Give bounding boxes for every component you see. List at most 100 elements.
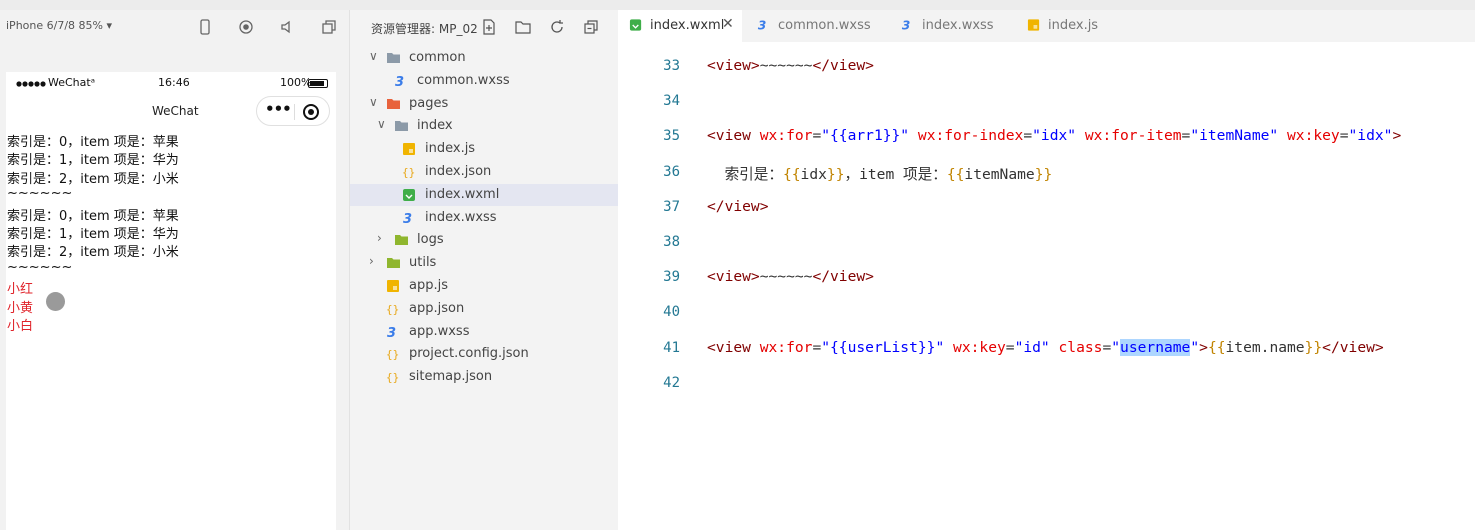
line-number: 42: [663, 374, 680, 391]
tab-index-js[interactable]: index.js: [1016, 10, 1140, 42]
chevron-right-icon[interactable]: ›: [369, 254, 381, 268]
line-number: 33: [663, 58, 680, 74]
record-icon[interactable]: [237, 18, 255, 36]
tab-label: index.wxss: [922, 18, 994, 33]
tab-index-wxss[interactable]: 3 index.wxss: [890, 10, 1012, 42]
refresh-icon[interactable]: [548, 18, 566, 36]
simulator-toolbar: iPhone 6/7/8 85% ▾: [0, 10, 350, 44]
folder-icon: [387, 53, 400, 63]
chevron-down-icon[interactable]: ∨: [369, 49, 381, 63]
line-number: 38: [663, 234, 680, 250]
tree-item-sitemap-json[interactable]: {} sitemap.json: [350, 366, 618, 388]
tree-item-index-wxml[interactable]: index.wxml: [350, 183, 618, 206]
svg-text:3: 3: [403, 212, 412, 225]
tree-item-common-wxss[interactable]: 3 common.wxss: [350, 70, 618, 92]
svg-text:3: 3: [902, 19, 910, 32]
new-file-icon[interactable]: [480, 18, 498, 36]
tree-item-app-js[interactable]: app.js: [350, 275, 618, 297]
code-editor[interactable]: 33 <view>~~~~~~</view> 34 35 <view wx:for="{…: [618, 42, 1475, 530]
code-token: username: [1120, 338, 1191, 356]
json-file-icon: {}: [402, 166, 415, 179]
code-token: }}: [1304, 338, 1323, 356]
phone-icon[interactable]: [196, 18, 214, 36]
signal-icon: [16, 78, 46, 91]
phone-screen: WeChatᵃ 16:46 100% WeChat ••• 索引是：0，item…: [6, 72, 336, 530]
tree-item-label: common: [409, 50, 466, 65]
popout-icon[interactable]: [320, 18, 338, 36]
tree-item-label: sitemap.json: [409, 369, 493, 385]
code-token: "idx": [1348, 127, 1393, 145]
output-line: 索引是：1，item 项是：华为: [7, 227, 179, 242]
code-token: itemName: [964, 165, 1035, 183]
folder-icon: [387, 98, 400, 109]
code-token: =: [1339, 127, 1349, 145]
code-token: "idx": [1032, 127, 1077, 145]
output-line: ~~~~~~: [7, 259, 73, 275]
code-token: ": [1111, 338, 1121, 356]
code-token: 项是：: [903, 165, 947, 183]
tree-item-index-json[interactable]: {} index.json: [350, 161, 618, 183]
chevron-right-icon[interactable]: ›: [377, 231, 389, 245]
tree-item-label: pages: [409, 95, 449, 111]
chevron-down-icon[interactable]: ∨: [377, 117, 389, 131]
tree-item-label: index.js: [425, 141, 476, 157]
output-line: ~~~~~~: [7, 186, 73, 202]
device-select[interactable]: iPhone 6/7/8 85% ▾: [6, 19, 112, 32]
js-file-icon: [1027, 19, 1040, 31]
line-number: 40: [663, 304, 680, 321]
wxss-file-icon: 3: [395, 75, 404, 88]
collapse-all-icon[interactable]: [582, 18, 600, 36]
code-token: wx:for: [759, 338, 813, 356]
close-mini-program-icon[interactable]: [303, 104, 319, 120]
wxss-file-icon: 3: [403, 212, 412, 225]
window-top-strip: [0, 0, 1475, 10]
output-line: 索引是：2，item 项是：小米: [7, 171, 179, 187]
tree-item-logs[interactable]: › logs: [350, 229, 618, 251]
code-token: idx: [800, 165, 827, 183]
navigation-bar: WeChat •••: [6, 94, 336, 126]
output-line: 小红: [7, 282, 34, 298]
output-line: 索引是：0，item 项是：苹果: [7, 208, 179, 224]
more-icon[interactable]: •••: [265, 100, 292, 118]
menu-capsule[interactable]: •••: [256, 96, 330, 126]
json-file-icon: {}: [386, 303, 399, 316]
code-token: item: [859, 165, 904, 183]
tab-label: index.wxml: [650, 18, 725, 33]
status-time: 16:46: [158, 76, 190, 89]
tree-item-pages[interactable]: ∨ pages: [350, 93, 618, 115]
battery-percent: 100%: [280, 76, 312, 89]
code-token: =: [1005, 338, 1015, 356]
close-tab-icon[interactable]: ✕: [722, 16, 734, 32]
tree-item-index-js[interactable]: index.js: [350, 138, 618, 160]
output-line: 小白: [7, 319, 34, 334]
code-token: ，: [844, 165, 860, 183]
svg-text:3: 3: [395, 75, 404, 88]
code-token: item.name: [1225, 338, 1305, 356]
tree-item-index[interactable]: ∨ index: [350, 115, 618, 137]
tree-item-index-wxss[interactable]: 3 index.wxss: [350, 207, 618, 229]
tab-common-wxss[interactable]: 3 common.wxss: [746, 10, 886, 42]
wxss-file-icon: 3: [758, 19, 766, 32]
wxss-file-icon: 3: [902, 19, 910, 32]
tab-label: common.wxss: [778, 18, 871, 33]
tree-item-utils[interactable]: › utils: [350, 252, 618, 274]
code-token: </view>: [812, 57, 874, 74]
tree-item-common[interactable]: ∨ common: [350, 47, 618, 69]
tree-item-project-config-json[interactable]: {} project.config.json: [350, 343, 618, 365]
chevron-down-icon[interactable]: ∨: [369, 95, 381, 109]
file-explorer: 资源管理器: MP_02 ∨ common 3 common.wxss ∨ pages ∨ i…: [350, 10, 618, 530]
tree-item-app-json[interactable]: {} app.json: [350, 298, 618, 320]
line-number: 41: [663, 339, 680, 356]
code-token: "{{userList}}": [821, 338, 945, 356]
output-line: 索引是：2，item 项是：小米: [7, 245, 179, 261]
tree-item-app-wxss[interactable]: 3 app.wxss: [350, 321, 618, 343]
code-token: wx:key: [1287, 127, 1340, 145]
touch-cursor: [46, 292, 65, 311]
new-folder-icon[interactable]: [514, 18, 532, 36]
tab-index-wxml[interactable]: index.wxml ✕: [618, 10, 742, 42]
svg-text:{}: {}: [402, 166, 415, 179]
volume-icon[interactable]: [278, 18, 296, 36]
editor-tabs: index.wxml ✕ 3 common.wxss 3 index.wxss index.…: [618, 10, 1475, 42]
